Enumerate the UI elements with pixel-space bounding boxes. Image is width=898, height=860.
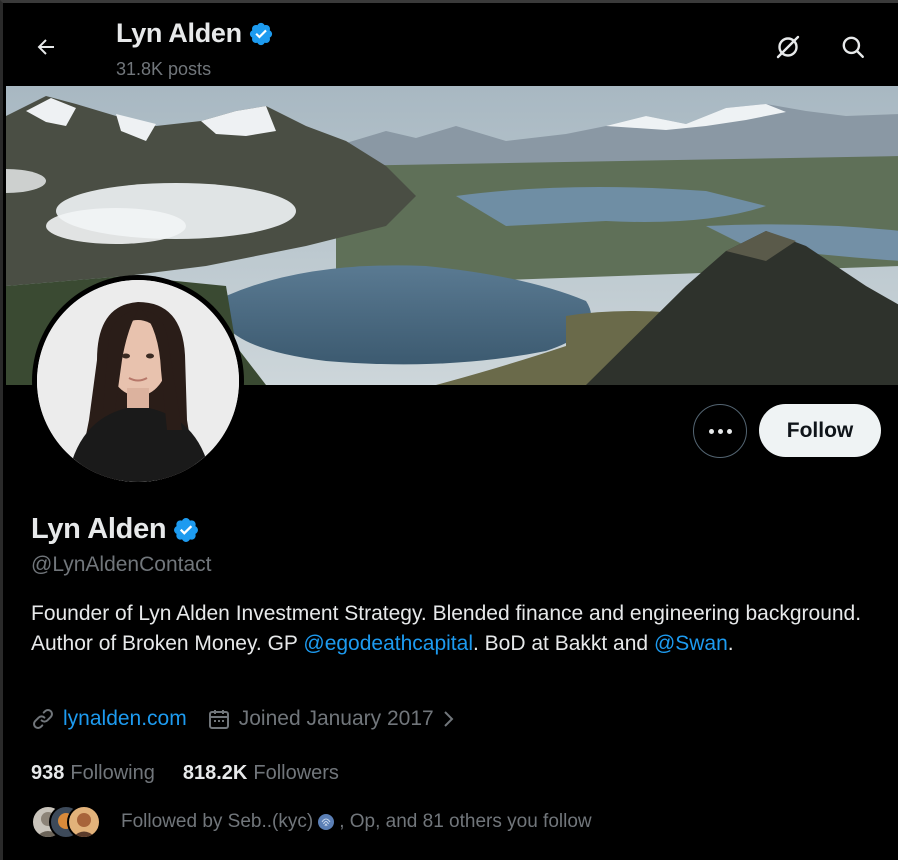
header-name: Lyn Alden <box>116 18 242 48</box>
profile-avatar[interactable] <box>32 275 244 487</box>
joined-date: Joined January 2017 <box>238 707 434 730</box>
mutual-avatars <box>31 805 105 839</box>
follow-stats: 938 Following 818.2K Followers <box>31 762 339 785</box>
joined-item[interactable]: Joined January 2017 <box>207 707 456 731</box>
bio-mention-egodeathcapital[interactable]: @egodeathcapital <box>303 632 473 655</box>
profile-name-row: Lyn Alden <box>31 513 200 546</box>
profile-meta: lynalden.com Joined January 2017 <box>31 707 456 731</box>
fingerprint-emoji-icon <box>318 814 335 830</box>
followers-link[interactable]: 818.2K Followers <box>183 762 339 785</box>
search-icon <box>842 36 864 58</box>
website-link[interactable]: lynalden.com <box>63 707 187 731</box>
grok-icon <box>776 35 800 59</box>
profile-bio: Founder of Lyn Alden Investment Strategy… <box>31 599 871 659</box>
chevron-right-icon <box>444 711 454 727</box>
more-options-button[interactable] <box>693 404 747 458</box>
more-dots-icon <box>708 428 732 434</box>
bio-text: . BoD at Bakkt and <box>473 632 654 655</box>
search-button[interactable] <box>836 30 870 64</box>
back-button[interactable] <box>27 28 65 66</box>
followers-label: Followers <box>253 762 339 784</box>
back-arrow-icon <box>37 39 54 55</box>
verified-badge-icon[interactable] <box>172 516 200 544</box>
website-item: lynalden.com <box>31 707 187 731</box>
mutual-avatar <box>67 805 101 839</box>
followed-by-text: Followed by Seb..(kyc) , Op, and 81 othe… <box>121 811 592 833</box>
app-window: Lyn Alden 31.8K posts Follow Lyn Alden @… <box>0 0 898 860</box>
link-icon <box>33 709 53 729</box>
bio-mention-swan[interactable]: @Swan <box>654 632 728 655</box>
grok-button[interactable] <box>771 30 805 64</box>
follow-button[interactable]: Follow <box>759 404 881 457</box>
header-title-row: Lyn Alden <box>116 18 274 49</box>
followed-by-prefix: Followed by Seb..(kyc) <box>121 811 314 832</box>
followers-count: 818.2K <box>182 762 248 784</box>
bio-text: . <box>727 632 734 655</box>
following-link[interactable]: 938 Following <box>31 762 155 785</box>
followed-by-row[interactable]: Followed by Seb..(kyc) , Op, and 81 othe… <box>31 805 592 839</box>
verified-badge-icon <box>249 22 272 45</box>
following-label: Following <box>70 762 155 784</box>
profile-name: Lyn Alden <box>31 513 167 545</box>
followed-by-suffix: , Op, and 81 others you follow <box>339 811 592 832</box>
following-count: 938 <box>31 762 65 784</box>
top-bar: Lyn Alden 31.8K posts <box>3 6 898 86</box>
profile-handle: @LynAldenContact <box>31 553 212 576</box>
calendar-icon <box>208 710 229 729</box>
header-post-count: 31.8K posts <box>116 59 212 79</box>
avatar-photo <box>37 280 239 482</box>
